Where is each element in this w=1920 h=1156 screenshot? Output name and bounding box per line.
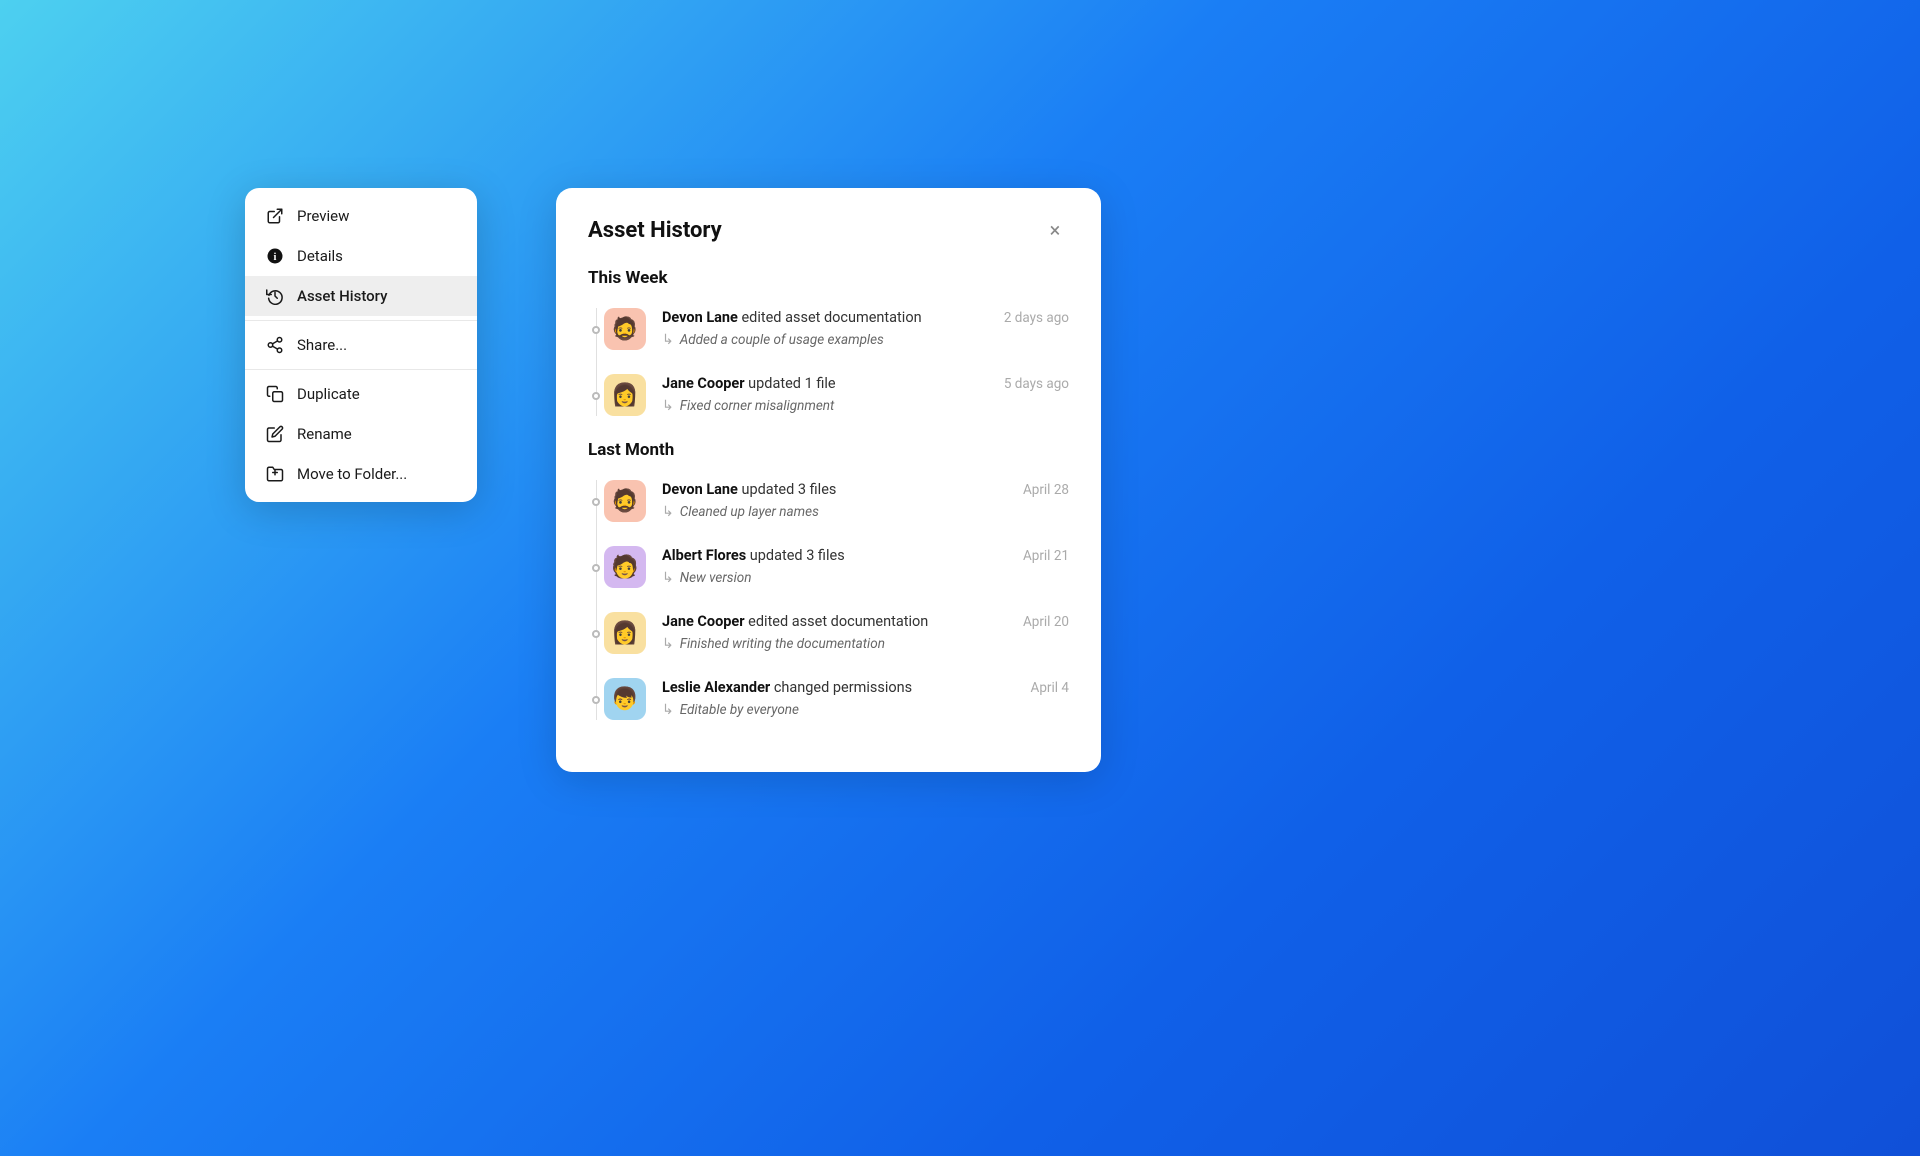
section-label-this-week: This Week — [588, 268, 1069, 288]
item-note: Fixed corner misalignment — [662, 398, 1069, 414]
menu-label-move-to-folder: Move to Folder... — [297, 465, 407, 483]
avatar: 👩 — [604, 612, 646, 654]
item-main: Albert Flores updated 3 files April 21 — [662, 546, 1069, 566]
avatar: 👦 — [604, 678, 646, 720]
item-user: Jane Cooper — [662, 375, 745, 392]
timeline-this-week: 🧔 Devon Lane edited asset documentation … — [588, 308, 1069, 416]
menu-label-asset-history: Asset History — [297, 287, 387, 305]
timeline-dot — [592, 564, 600, 572]
svg-text:i: i — [274, 252, 277, 263]
item-text: Jane Cooper updated 1 file — [662, 374, 836, 394]
item-main: Leslie Alexander changed permissions Apr… — [662, 678, 1069, 698]
item-main: Jane Cooper updated 1 file 5 days ago — [662, 374, 1069, 394]
item-time: 2 days ago — [1004, 308, 1069, 326]
item-time: 5 days ago — [1004, 374, 1069, 392]
item-text: Leslie Alexander changed permissions — [662, 678, 912, 698]
history-panel: Asset History × This Week 🧔 Devon Lane e… — [556, 188, 1101, 772]
divider-2 — [245, 369, 477, 370]
item-main: Devon Lane updated 3 files April 28 — [662, 480, 1069, 500]
item-text: Jane Cooper edited asset documentation — [662, 612, 928, 632]
menu-item-asset-history[interactable]: Asset History — [245, 276, 477, 316]
avatar: 🧔 — [604, 308, 646, 350]
menu-label-preview: Preview — [297, 207, 349, 225]
section-label-last-month: Last Month — [588, 440, 1069, 460]
timeline-last-month: 🧔 Devon Lane updated 3 files April 28 Cl… — [588, 480, 1069, 720]
timeline-dot — [592, 696, 600, 704]
item-time: April 20 — [1023, 612, 1069, 630]
item-content: Devon Lane edited asset documentation 2 … — [662, 308, 1069, 348]
item-time: April 4 — [1031, 678, 1069, 696]
list-item: 👩 Jane Cooper edited asset documentation… — [604, 612, 1069, 654]
list-item: 👩 Jane Cooper updated 1 file 5 days ago … — [604, 374, 1069, 416]
item-user: Leslie Alexander — [662, 679, 770, 696]
close-button[interactable]: × — [1041, 216, 1069, 244]
item-main: Devon Lane edited asset documentation 2 … — [662, 308, 1069, 328]
menu-item-preview[interactable]: Preview — [245, 196, 477, 236]
item-content: Devon Lane updated 3 files April 28 Clea… — [662, 480, 1069, 520]
list-item: 👦 Leslie Alexander changed permissions A… — [604, 678, 1069, 720]
item-note: Finished writing the documentation — [662, 636, 1069, 652]
item-text: Devon Lane edited asset documentation — [662, 308, 922, 328]
timeline-dot — [592, 326, 600, 334]
section-last-month: Last Month 🧔 Devon Lane updated 3 files … — [588, 440, 1069, 720]
item-user: Devon Lane — [662, 481, 738, 498]
list-item: 🧔 Devon Lane updated 3 files April 28 Cl… — [604, 480, 1069, 522]
external-link-icon — [265, 206, 285, 226]
item-text: Albert Flores updated 3 files — [662, 546, 845, 566]
folder-icon — [265, 464, 285, 484]
list-item: 🧔 Devon Lane edited asset documentation … — [604, 308, 1069, 350]
panel-title: Asset History — [588, 218, 722, 243]
avatar: 👩 — [604, 374, 646, 416]
avatar: 🧑 — [604, 546, 646, 588]
item-note: New version — [662, 570, 1069, 586]
timeline-dot — [592, 498, 600, 506]
menu-item-move-to-folder[interactable]: Move to Folder... — [245, 454, 477, 494]
history-icon — [265, 286, 285, 306]
menu-label-details: Details — [297, 247, 343, 265]
item-content: Leslie Alexander changed permissions Apr… — [662, 678, 1069, 718]
duplicate-icon — [265, 384, 285, 404]
menu-item-share[interactable]: Share... — [245, 325, 477, 365]
menu-item-details[interactable]: i Details — [245, 236, 477, 276]
timeline-dot — [592, 392, 600, 400]
item-user: Devon Lane — [662, 309, 738, 326]
list-item: 🧑 Albert Flores updated 3 files April 21… — [604, 546, 1069, 588]
panel-header: Asset History × — [588, 216, 1069, 244]
item-text: Devon Lane updated 3 files — [662, 480, 836, 500]
section-this-week: This Week 🧔 Devon Lane edited asset docu… — [588, 268, 1069, 416]
item-time: April 21 — [1023, 546, 1069, 564]
context-menu: Preview i Details Asset History — [245, 188, 477, 502]
menu-label-share: Share... — [297, 336, 347, 354]
item-content: Jane Cooper edited asset documentation A… — [662, 612, 1069, 652]
menu-label-rename: Rename — [297, 425, 352, 443]
item-content: Jane Cooper updated 1 file 5 days ago Fi… — [662, 374, 1069, 414]
item-user: Jane Cooper — [662, 613, 745, 630]
item-note: Cleaned up layer names — [662, 504, 1069, 520]
divider-1 — [245, 320, 477, 321]
item-user: Albert Flores — [662, 547, 746, 564]
share-icon — [265, 335, 285, 355]
item-time: April 28 — [1023, 480, 1069, 498]
avatar: 🧔 — [604, 480, 646, 522]
info-icon: i — [265, 246, 285, 266]
item-content: Albert Flores updated 3 files April 21 N… — [662, 546, 1069, 586]
menu-item-rename[interactable]: Rename — [245, 414, 477, 454]
item-main: Jane Cooper edited asset documentation A… — [662, 612, 1069, 632]
item-note: Editable by everyone — [662, 702, 1069, 718]
pencil-icon — [265, 424, 285, 444]
menu-label-duplicate: Duplicate — [297, 385, 360, 403]
menu-item-duplicate[interactable]: Duplicate — [245, 374, 477, 414]
timeline-dot — [592, 630, 600, 638]
item-note: Added a couple of usage examples — [662, 332, 1069, 348]
